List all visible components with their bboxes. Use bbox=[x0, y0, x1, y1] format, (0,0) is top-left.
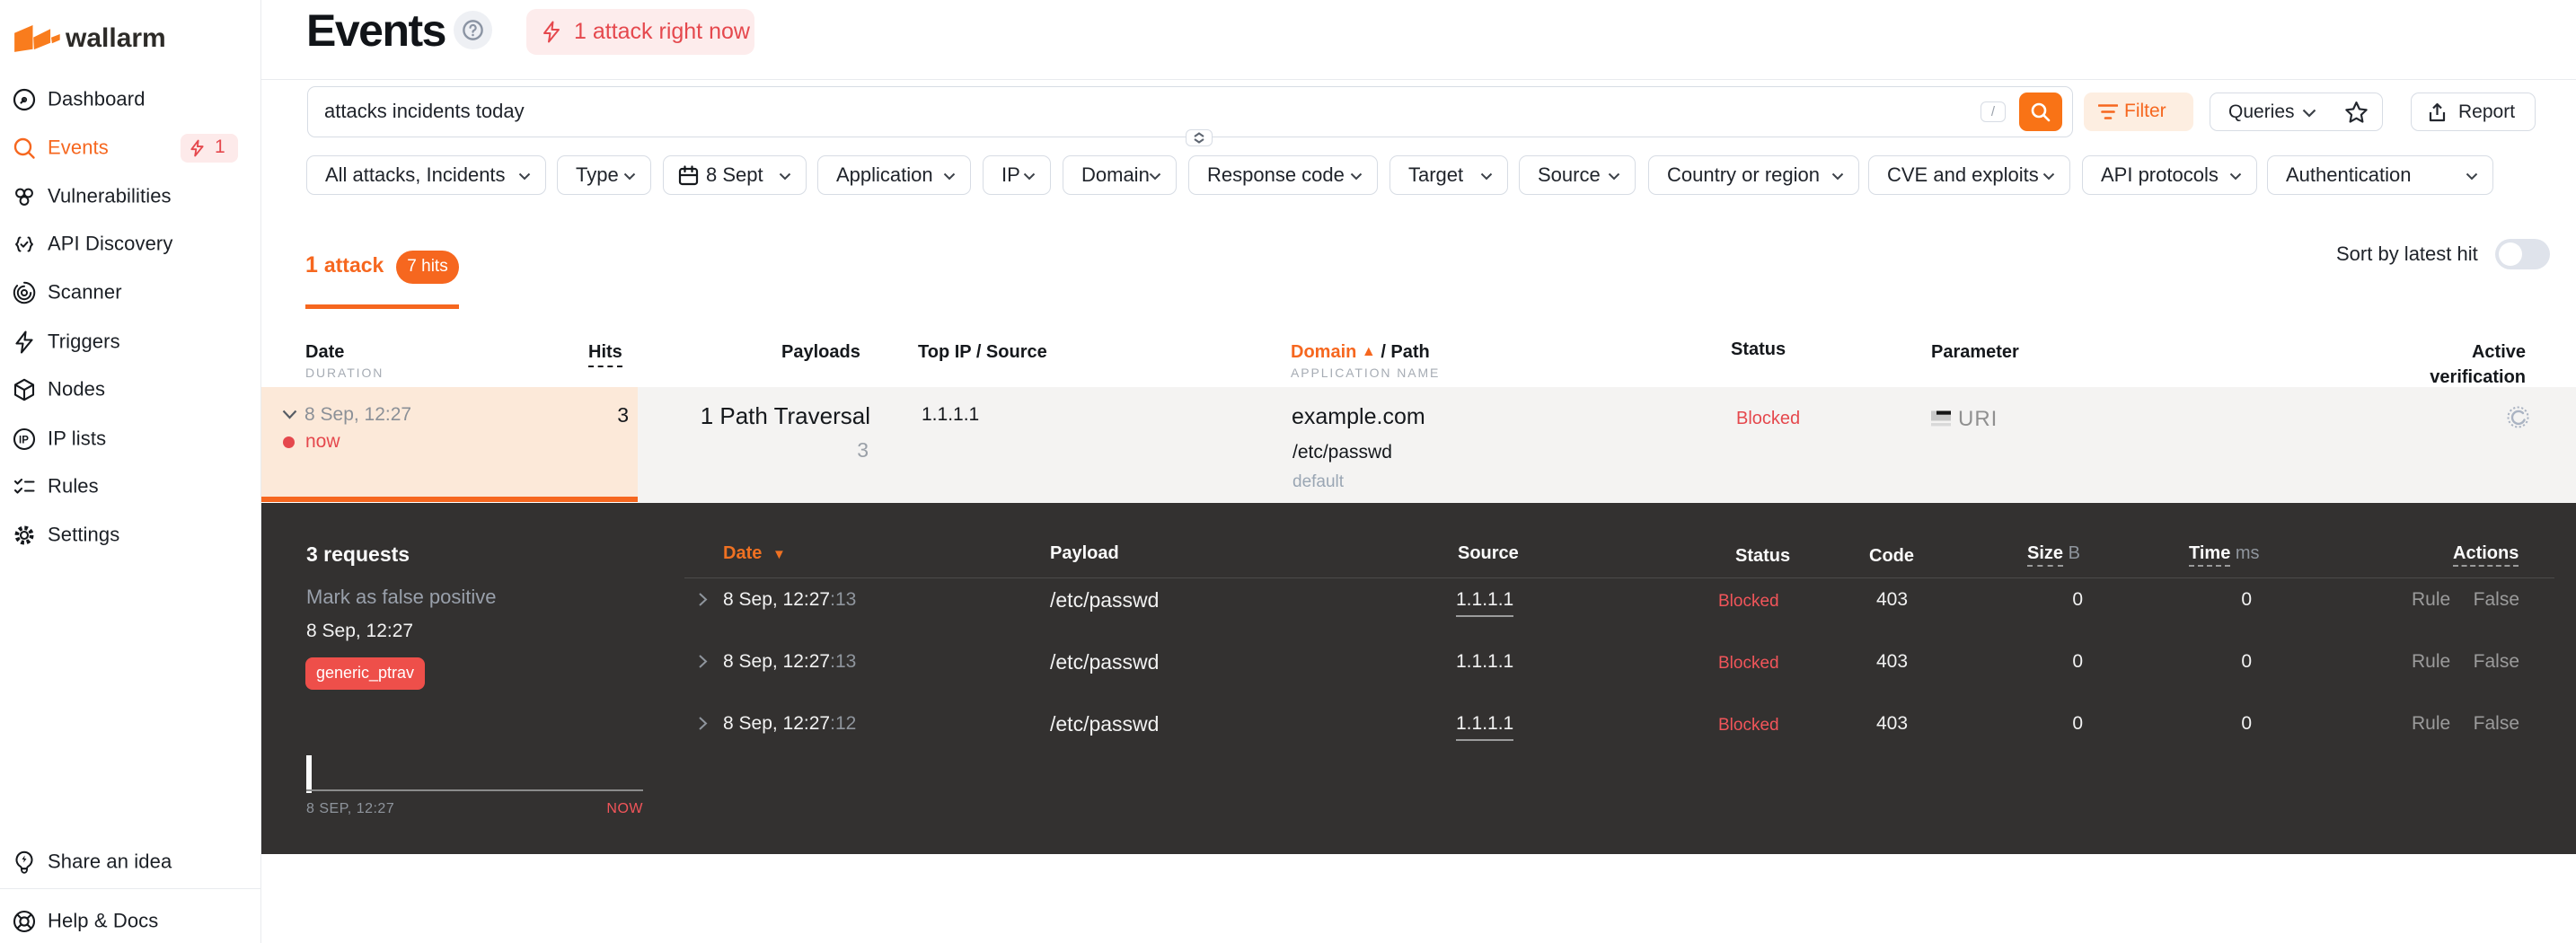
svg-text:IP: IP bbox=[19, 436, 29, 446]
